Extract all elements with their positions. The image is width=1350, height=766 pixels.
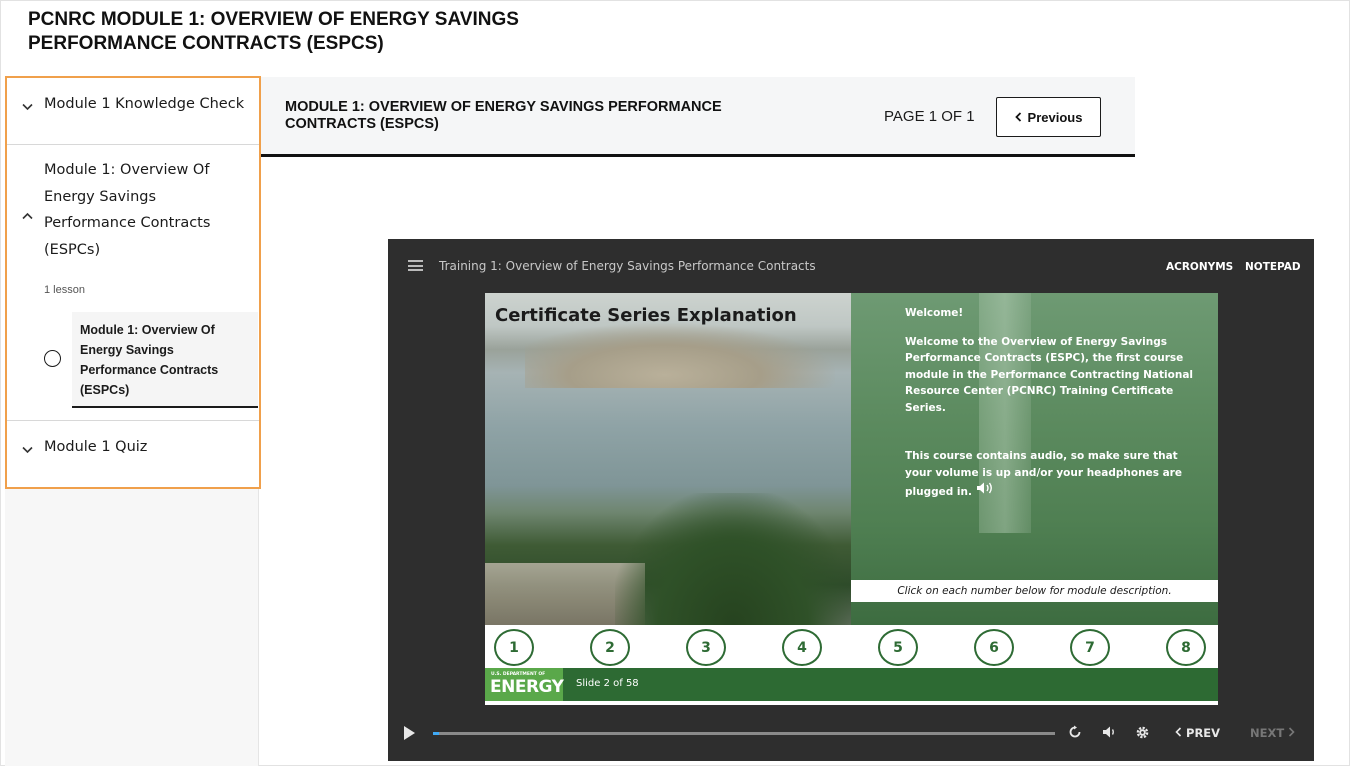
sidebar-item-module-1-quiz[interactable]: Module 1 Quiz <box>7 421 259 487</box>
player-title: Training 1: Overview of Energy Savings P… <box>439 259 816 273</box>
sidebar-item-module-1-overview[interactable]: Module 1: Overview Of Energy Savings Per… <box>7 145 259 277</box>
sidebar-item-label: Module 1 Quiz <box>44 439 148 455</box>
module-5-button[interactable]: 5 <box>878 629 918 666</box>
course-player: Training 1: Overview of Energy Savings P… <box>388 239 1314 761</box>
sidebar-background <box>5 488 259 766</box>
menu-icon[interactable] <box>408 260 423 271</box>
module-4-button[interactable]: 4 <box>782 629 822 666</box>
welcome-text: Welcome! Welcome to the Overview of Ener… <box>905 305 1200 501</box>
page-indicator: PAGE 1 OF 1 <box>884 108 975 125</box>
chevron-left-icon <box>1014 110 1022 125</box>
lesson-header: MODULE 1: OVERVIEW OF ENERGY SAVINGS PER… <box>261 77 1135 157</box>
chevron-right-icon <box>1288 726 1295 740</box>
module-caption: Click on each number below for module de… <box>851 580 1218 602</box>
sidebar-item-knowledge-check[interactable]: Module 1 Knowledge Check <box>7 78 259 144</box>
course-outline-sidebar: Module 1 Knowledge Check Module 1: Overv… <box>5 76 261 489</box>
module-2-button[interactable]: 2 <box>590 629 630 666</box>
settings-gear-icon[interactable] <box>1135 725 1150 744</box>
trees-shape <box>615 493 851 625</box>
page-title-line2: PERFORMANCE CONTRACTS (ESPCS) <box>28 33 384 54</box>
sidebar-item-label: Module 1 Knowledge Check <box>44 96 245 112</box>
welcome-heading: Welcome! <box>905 307 964 319</box>
speaker-icon <box>976 482 996 498</box>
lesson-status-radio[interactable] <box>44 350 61 367</box>
island-shape <box>525 323 835 388</box>
next-slide-button[interactable]: NEXT <box>1250 726 1295 740</box>
chevron-left-icon <box>1175 726 1186 740</box>
seek-bar-fill <box>433 732 440 735</box>
module-6-button[interactable]: 6 <box>974 629 1014 666</box>
next-label: NEXT <box>1250 726 1285 740</box>
energy-logo: U.S. DEPARTMENT OF ENERGY <box>485 668 564 701</box>
slide-bottom-edge <box>485 701 1218 705</box>
slide-footer: U.S. DEPARTMENT OF ENERGY Slide 2 of 58 <box>485 668 1218 701</box>
previous-label: Previous <box>1027 109 1083 125</box>
acronyms-tab[interactable]: ACRONYMS <box>1166 261 1233 273</box>
page-title: PCNRC MODULE 1: OVERVIEW OF ENERGY SAVIN… <box>28 8 648 56</box>
lesson-item[interactable]: Module 1: Overview Of Energy Savings Per… <box>72 312 258 408</box>
welcome-paragraph: Welcome to the Overview of Energy Saving… <box>905 335 1194 414</box>
module-number-row: 1 2 3 4 5 6 7 8 <box>485 625 1218 668</box>
logo-energy: ENERGY <box>490 677 564 697</box>
slide: Certificate Series Explanation Welcome! … <box>485 293 1218 705</box>
volume-icon[interactable] <box>1102 725 1118 743</box>
slide-photo <box>485 293 851 625</box>
slide-heading: Certificate Series Explanation <box>495 305 797 326</box>
lesson-label: Module 1: Overview Of Energy Savings Per… <box>80 323 219 397</box>
seek-bar[interactable] <box>433 732 1055 735</box>
chevron-up-icon <box>22 209 33 223</box>
chevron-down-icon <box>22 443 33 457</box>
replay-icon[interactable] <box>1068 725 1082 743</box>
previous-button[interactable]: Previous <box>996 97 1101 137</box>
prev-label: PREV <box>1186 726 1221 740</box>
chevron-down-icon <box>22 100 33 114</box>
notepad-tab[interactable]: NOTEPAD <box>1245 261 1301 273</box>
slide-counter: Slide 2 of 58 <box>576 678 639 689</box>
welcome-panel: Welcome! Welcome to the Overview of Ener… <box>851 293 1218 625</box>
module-1-button[interactable]: 1 <box>494 629 534 666</box>
lesson-count: 1 lesson <box>44 284 85 296</box>
audio-paragraph: This course contains audio, so make sure… <box>905 450 1182 498</box>
module-8-button[interactable]: 8 <box>1166 629 1206 666</box>
module-3-button[interactable]: 3 <box>686 629 726 666</box>
lesson-title: MODULE 1: OVERVIEW OF ENERGY SAVINGS PER… <box>285 99 722 132</box>
play-icon[interactable] <box>404 726 415 740</box>
prev-slide-button[interactable]: PREV <box>1175 726 1220 740</box>
sidebar-item-label: Module 1: Overview Of Energy Savings Per… <box>44 162 211 258</box>
module-7-button[interactable]: 7 <box>1070 629 1110 666</box>
page-title-line1: PCNRC MODULE 1: OVERVIEW OF ENERGY SAVIN… <box>28 9 519 30</box>
